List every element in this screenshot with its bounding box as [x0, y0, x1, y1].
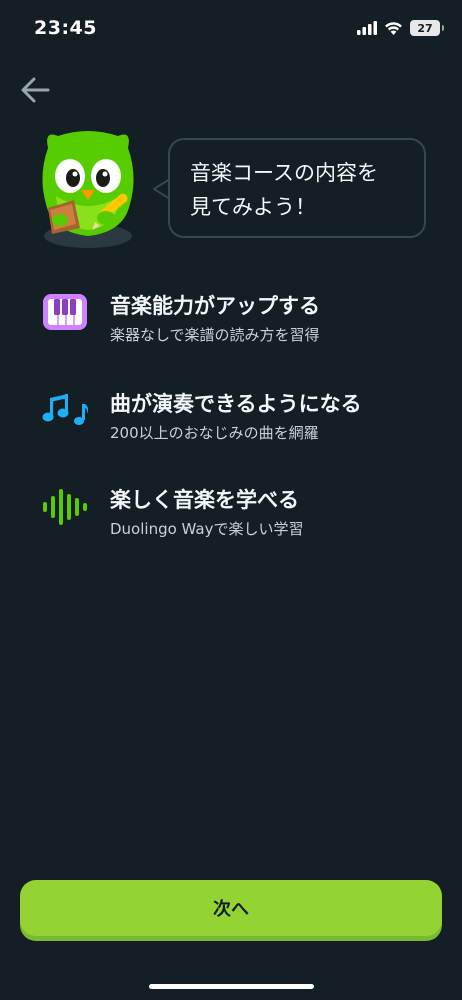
battery-icon: 27	[410, 20, 444, 36]
home-indicator[interactable]	[149, 984, 314, 989]
arrow-left-icon	[21, 77, 50, 103]
back-button[interactable]	[18, 72, 54, 108]
feature-title: 楽しく音楽を学べる	[110, 488, 299, 512]
feature-subtitle: Duolingo Wayで楽しい学習	[110, 520, 304, 538]
feature-item-music-skill: 音楽能力がアップする 楽器なしで楽譜の読み方を習得	[42, 290, 442, 350]
feature-item-fun-learning: 楽しく音楽を学べる Duolingo Wayで楽しい学習	[42, 484, 442, 544]
piano-keys-icon	[43, 294, 87, 330]
feature-title: 曲が演奏できるようになる	[110, 392, 362, 416]
speech-bubble: 音楽コースの内容を 見てみよう！	[168, 138, 426, 238]
feature-item-play-songs: 曲が演奏できるようになる 200以上のおなじみの曲を網羅	[42, 388, 442, 448]
cellular-signal-icon	[357, 21, 377, 35]
sound-wave-icon	[43, 489, 87, 525]
feature-subtitle: 200以上のおなじみの曲を網羅	[110, 424, 319, 442]
feature-subtitle: 楽器なしで楽譜の読み方を習得	[110, 326, 320, 344]
wifi-icon	[385, 22, 402, 35]
music-notes-icon	[42, 394, 89, 425]
status-bar: 23:45 27	[0, 0, 462, 56]
duo-owl-mascot-icon	[42, 131, 134, 248]
speech-bubble-line-1: 音楽コースの内容を	[190, 161, 378, 185]
feature-title: 音楽能力がアップする	[110, 294, 320, 318]
status-icons: 27	[357, 20, 444, 36]
next-button[interactable]: 次へ	[20, 880, 442, 936]
speech-bubble-line-2: 見てみよう！	[190, 195, 316, 219]
status-time: 23:45	[34, 17, 97, 39]
